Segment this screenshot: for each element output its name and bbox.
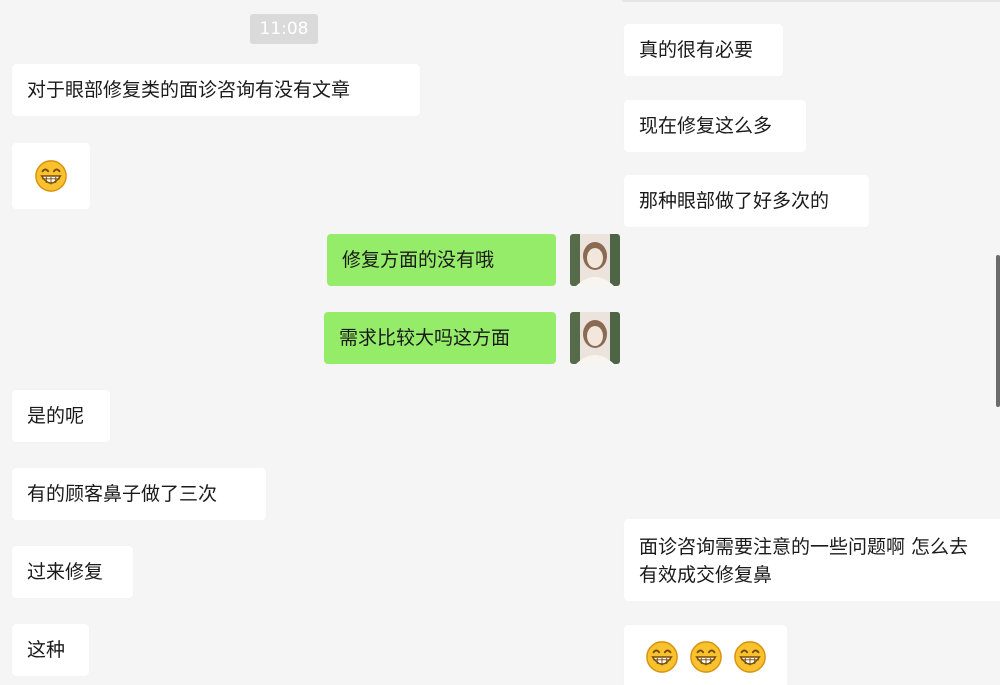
incoming-message-bubble[interactable]: 是的呢 — [12, 390, 110, 442]
grinning-face-emoji-icon — [35, 160, 67, 192]
incoming-message-bubble[interactable]: 有的顾客鼻子做了三次 — [12, 468, 266, 520]
incoming-message-bubble[interactable]: 真的很有必要 — [624, 24, 783, 76]
scrollbar-thumb[interactable] — [996, 255, 1000, 407]
grinning-face-emoji-icon — [689, 641, 722, 673]
incoming-message-bubble[interactable]: 对于眼部修复类的面诊咨询有没有文章 — [12, 64, 420, 116]
message-line: 有效成交修复鼻 — [639, 564, 773, 586]
incoming-emoji-bubble[interactable] — [624, 625, 787, 685]
outgoing-message-bubble[interactable]: 修复方面的没有哦 — [327, 234, 556, 286]
incoming-message-bubble[interactable]: 这种 — [12, 624, 89, 676]
incoming-message-bubble[interactable]: 面诊咨询需要注意的一些问题啊 怎么去 有效成交修复鼻 — [624, 519, 1000, 601]
chat-screenshot: 11:08 对于眼部修复类的面诊咨询有没有文章 修复方面的没有哦 需求比较大吗这… — [0, 0, 1000, 685]
incoming-message-bubble[interactable]: 现在修复这么多 — [624, 100, 806, 152]
left-chat-pane: 11:08 对于眼部修复类的面诊咨询有没有文章 修复方面的没有哦 需求比较大吗这… — [0, 0, 622, 685]
incoming-message-bubble[interactable]: 那种眼部做了好多次的 — [624, 175, 869, 227]
time-divider: 11:08 — [250, 14, 318, 44]
avatar[interactable] — [570, 234, 620, 286]
incoming-message-bubble[interactable]: 过来修复 — [12, 546, 133, 598]
right-chat-pane: 真的很有必要 现在修复这么多 那种眼部做了好多次的 面诊咨询需要注意的一些问题啊… — [622, 0, 1000, 685]
incoming-emoji-bubble[interactable] — [12, 143, 90, 209]
avatar[interactable] — [570, 312, 620, 364]
grinning-face-emoji-icon — [733, 641, 766, 673]
outgoing-message-bubble[interactable]: 需求比较大吗这方面 — [324, 312, 556, 364]
grinning-face-emoji-icon — [645, 641, 678, 673]
message-line: 面诊咨询需要注意的一些问题啊 怎么去 — [639, 536, 969, 558]
